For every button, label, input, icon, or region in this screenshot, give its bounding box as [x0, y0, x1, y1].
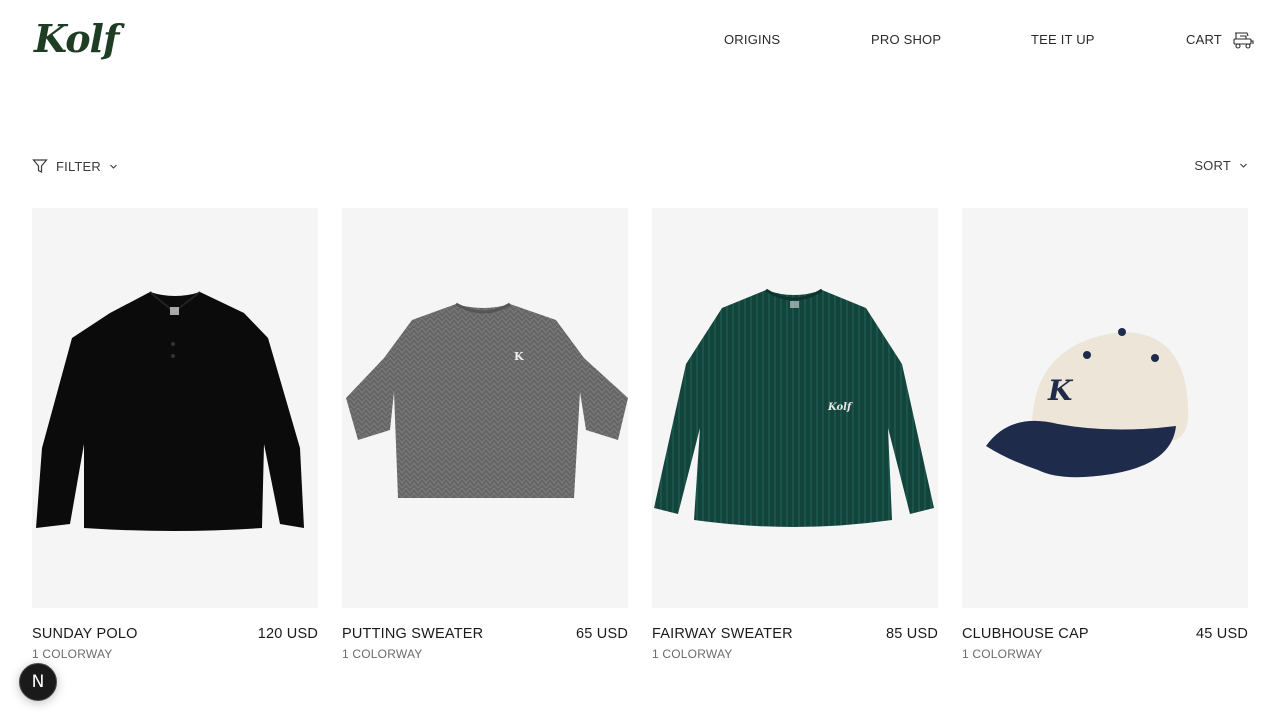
chevron-down-icon: [110, 164, 117, 169]
sort-button[interactable]: SORT: [1194, 158, 1248, 173]
chevron-down-icon: [1240, 163, 1247, 168]
filter-funnel-icon: [32, 159, 48, 173]
product-card[interactable]: K CLUBHOUSE CAP 45 USD 1 COLORWAY: [962, 208, 1248, 668]
svg-text:K: K: [514, 350, 524, 363]
product-card[interactable]: K PUTTING SWEATER 65 USD 1 COLORWAY: [342, 208, 628, 668]
product-price: 65 USD: [576, 626, 628, 642]
product-image: [32, 208, 318, 608]
product-price: 120 USD: [257, 626, 318, 642]
nav-item-origins[interactable]: ORIGINS: [724, 31, 780, 49]
product-grid: SUNDAY POLO 120 USD 1 COLORWAY K PUTTING…: [32, 208, 1248, 668]
product-card[interactable]: SUNDAY POLO 120 USD 1 COLORWAY: [32, 208, 318, 668]
golf-cart-icon: [1232, 31, 1254, 49]
cart-link[interactable]: CART: [1186, 31, 1254, 49]
product-name: SUNDAY POLO: [32, 626, 138, 642]
page: Kolf ORIGINS PRO SHOP TEE IT UP CART FIL…: [0, 0, 1280, 720]
product-image: Kolf: [652, 208, 938, 608]
product-price: 85 USD: [886, 626, 938, 642]
filter-button[interactable]: FILTER: [32, 158, 118, 174]
dev-tools-badge[interactable]: N: [19, 663, 57, 701]
cart-label: CART: [1186, 32, 1222, 47]
main-nav: ORIGINS PRO SHOP TEE IT UP CART: [0, 31, 1280, 49]
nav-item-pro-shop[interactable]: PRO SHOP: [871, 31, 941, 49]
product-colorways: 1 COLORWAY: [342, 647, 423, 661]
nav-item-tee-it-up[interactable]: TEE IT UP: [1031, 31, 1095, 49]
product-image: K: [962, 208, 1248, 608]
product-colorways: 1 COLORWAY: [652, 647, 733, 661]
catalog-toolbar: FILTER SORT: [32, 158, 1248, 178]
product-colorways: 1 COLORWAY: [32, 647, 113, 661]
product-image: K: [342, 208, 628, 608]
product-name: FAIRWAY SWEATER: [652, 626, 793, 642]
svg-text:Kolf: Kolf: [827, 402, 853, 413]
svg-text:K: K: [1047, 374, 1074, 407]
product-card[interactable]: Kolf FAIRWAY SWEATER 85 USD 1 COLORWAY: [652, 208, 938, 668]
filter-label: FILTER: [56, 158, 102, 174]
sort-label: SORT: [1194, 158, 1231, 173]
product-name: CLUBHOUSE CAP: [962, 626, 1089, 642]
product-name: PUTTING SWEATER: [342, 626, 484, 642]
product-price: 45 USD: [1196, 626, 1248, 642]
product-colorways: 1 COLORWAY: [962, 647, 1043, 661]
site-header: Kolf ORIGINS PRO SHOP TEE IT UP CART: [0, 0, 1280, 80]
